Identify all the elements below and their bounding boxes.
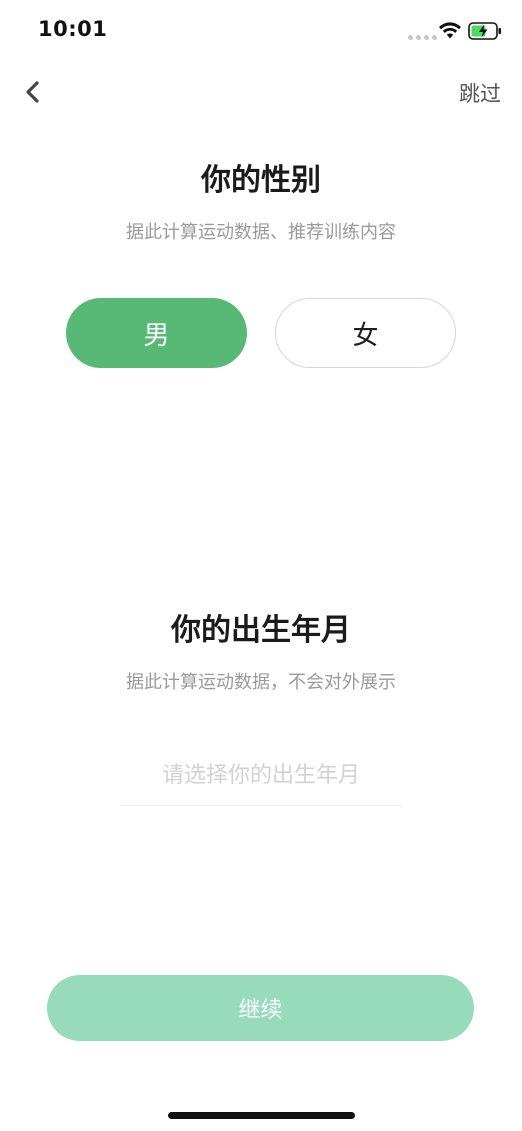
status-time: 10:01: [38, 17, 108, 41]
skip-button[interactable]: 跳过: [459, 78, 501, 108]
signal-dots-icon: [408, 35, 437, 40]
birth-subtitle: 据此计算运动数据，不会对外展示: [126, 672, 396, 693]
wifi-icon: [439, 22, 461, 39]
battery-charging-icon: [468, 22, 501, 40]
gender-male-button[interactable]: 男: [66, 298, 247, 368]
gender-subtitle: 据此计算运动数据、推荐训练内容: [126, 222, 396, 243]
gender-female-label: 女: [352, 320, 379, 351]
back-chevron-icon[interactable]: [22, 80, 44, 104]
gender-title: 你的性别: [201, 163, 321, 198]
birth-date-input[interactable]: [120, 745, 402, 806]
continue-label: 继续: [238, 998, 283, 1023]
birth-title: 你的出生年月: [171, 613, 351, 648]
home-indicator: [168, 1112, 355, 1119]
continue-button[interactable]: 继续: [47, 975, 474, 1041]
gender-male-label: 男: [143, 320, 170, 351]
gender-female-button[interactable]: 女: [275, 298, 456, 368]
